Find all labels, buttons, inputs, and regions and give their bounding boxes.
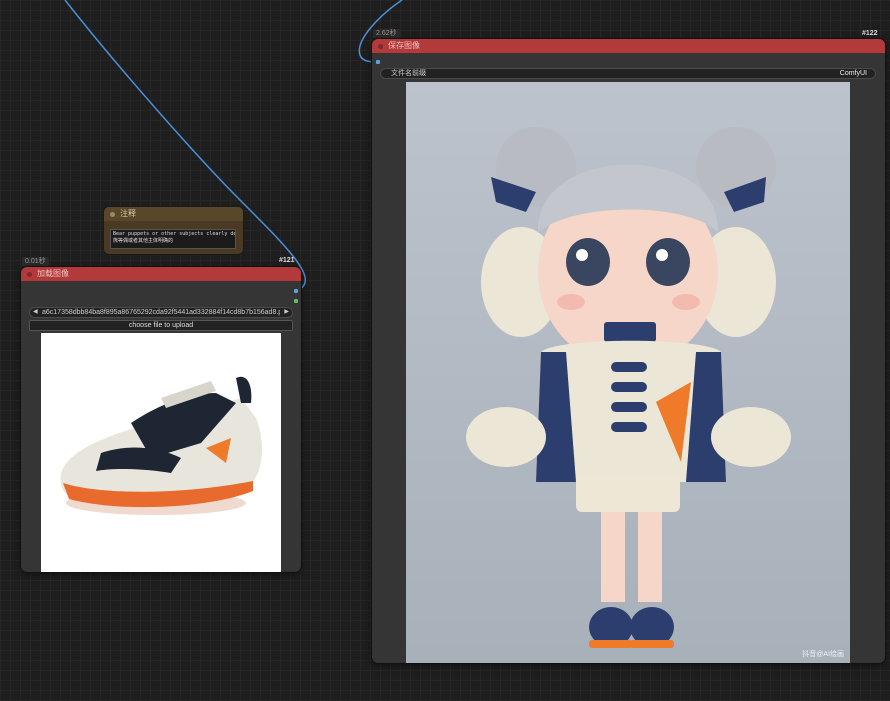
save-node-id: #122 [862,30,878,37]
load-node-exec-time: 0.01秒 [22,257,49,266]
load-image-node-title: 加载图像 [37,269,69,278]
save-image-node[interactable]: 保存图像 文件名前缀 ComfyUI 抖音@AI绘画 [372,39,885,663]
note-node-header[interactable]: 注释 [104,207,243,221]
load-image-node[interactable]: 加载图像 ◀ a6c17358dbb84ba8f895a86765292cda9… [21,267,301,572]
upload-button[interactable]: choose file to upload [29,320,293,331]
save-node-exec-time: 2.62秒 [373,29,400,38]
filename-prefix-field[interactable]: 文件名前缀 ComfyUI [380,68,876,79]
collapse-dot-icon[interactable] [110,212,115,217]
filename-prefix-label: 文件名前缀 [391,70,426,77]
load-node-id: #121 [279,257,295,264]
note-text-line-1: Bear puppets or other subjects clearly d… [113,231,235,237]
image-filename: a6c17358dbb84ba8f895a86765292cda92f5441a… [42,309,280,316]
note-text-line-2: 熊等偶或者其他主体明确的 [113,238,174,244]
save-image-node-header[interactable]: 保存图像 [372,39,885,53]
image-input-slot[interactable] [376,60,380,64]
mask-output-slot[interactable] [294,299,298,303]
save-image-node-title: 保存图像 [388,41,420,50]
doll-image-preview: 抖音@AI绘画 [406,82,850,663]
next-arrow-icon[interactable]: ▶ [284,308,289,317]
note-node-title: 注释 [120,209,136,218]
note-node[interactable]: 注释 Bear puppets or other subjects clearl… [104,207,243,254]
collapse-dot-icon[interactable] [378,44,383,49]
note-text-area[interactable]: Bear puppets or other subjects clearly d… [110,229,236,249]
prev-arrow-icon[interactable]: ◀ [33,308,38,317]
watermark-text: 抖音@AI绘画 [802,651,844,658]
image-file-selector[interactable]: ◀ a6c17358dbb84ba8f895a86765292cda92f544… [29,307,293,318]
shoe-image-preview [41,333,281,572]
collapse-dot-icon[interactable] [27,272,32,277]
chibi-doll-render-icon [466,127,791,648]
load-image-node-header[interactable]: 加载图像 [21,267,301,281]
image-output-slot[interactable] [294,289,298,293]
filename-prefix-value: ComfyUI [839,70,867,77]
sneaker-photo-icon [60,376,263,515]
